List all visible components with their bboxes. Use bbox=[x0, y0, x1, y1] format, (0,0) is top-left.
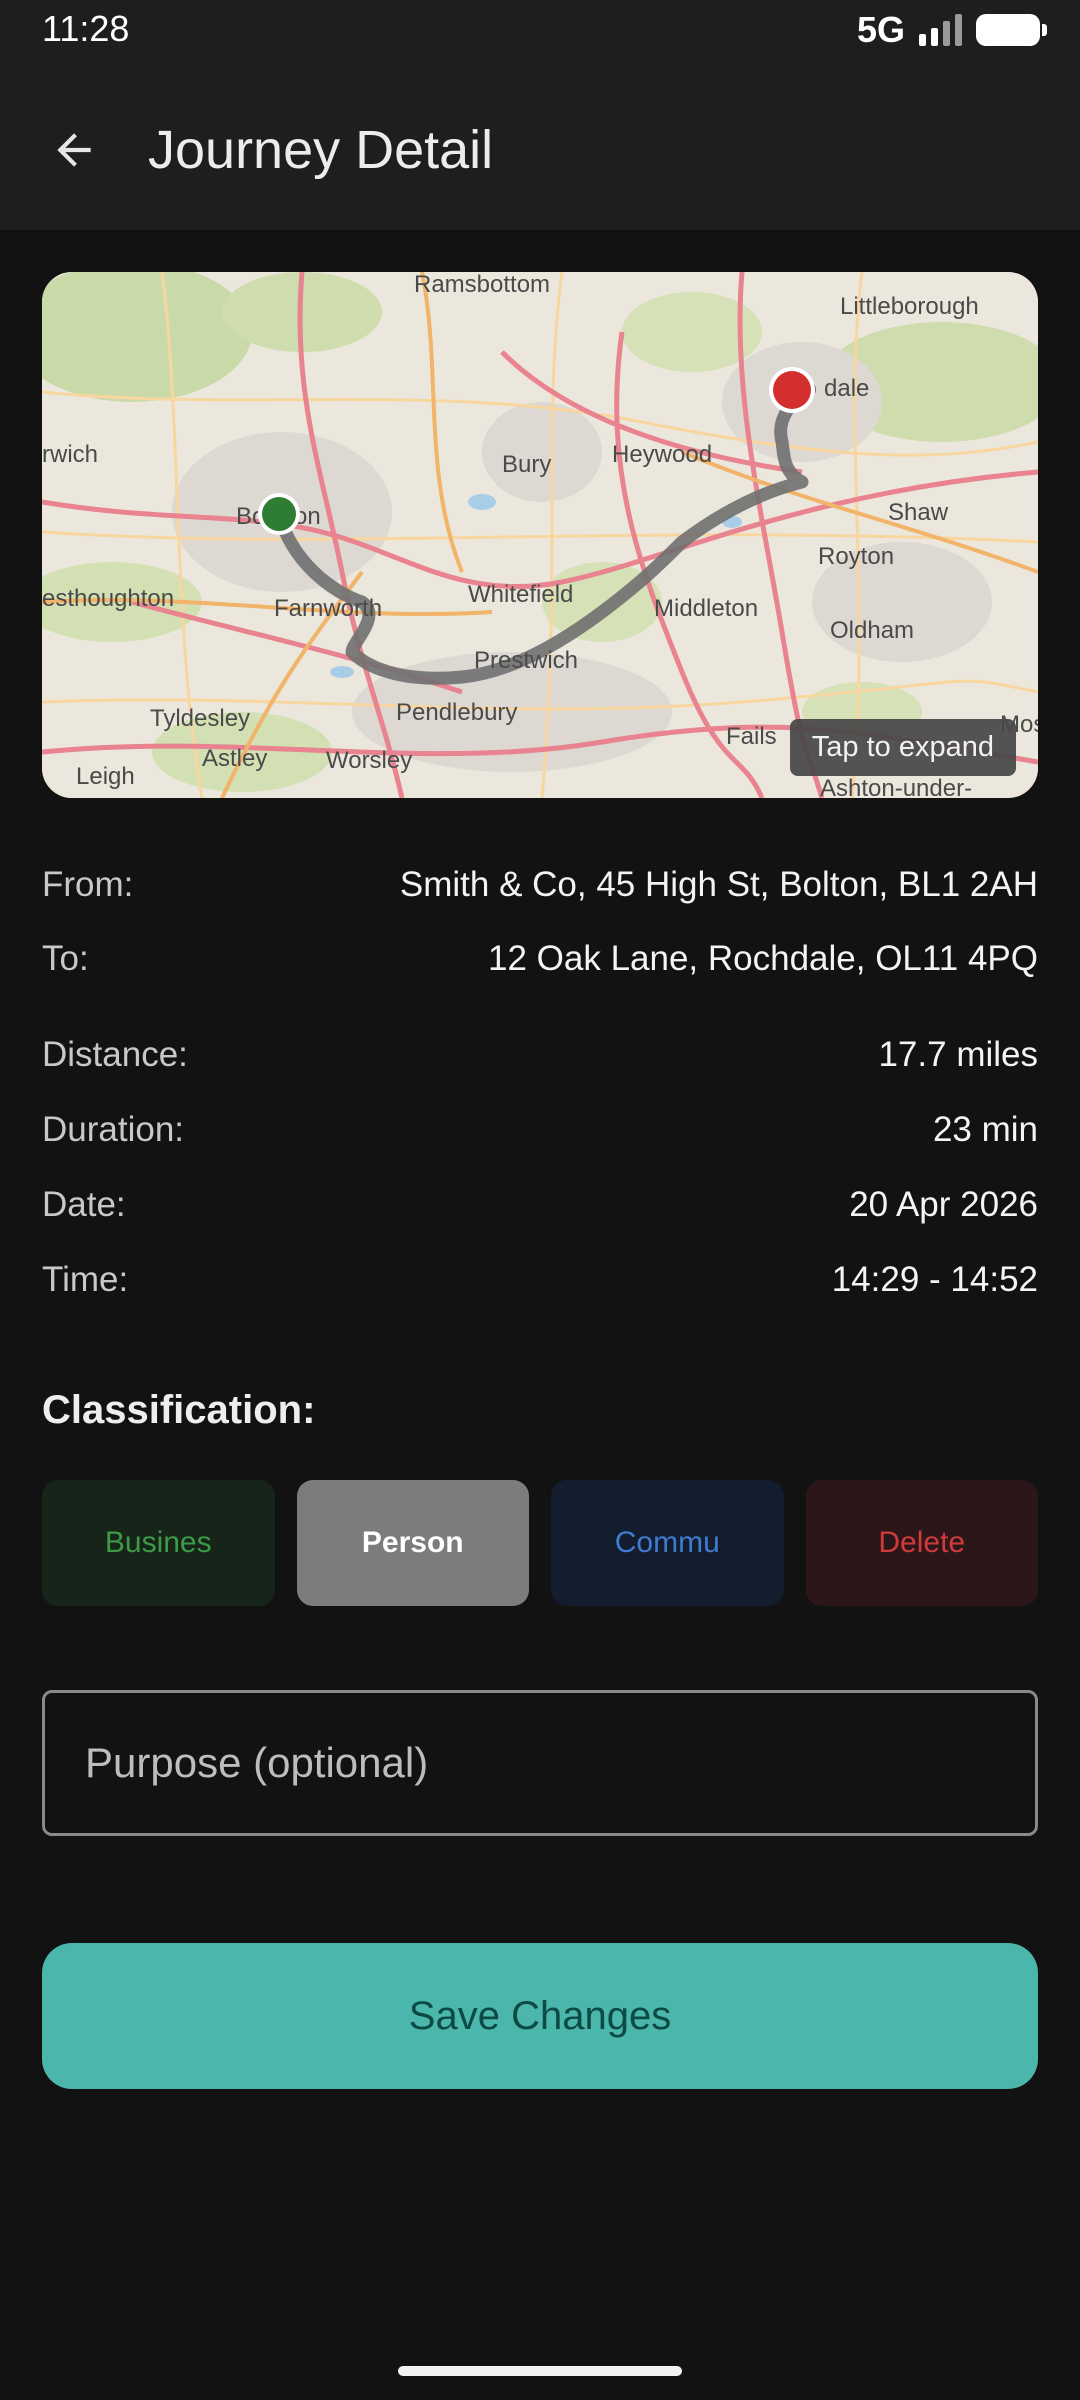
time-value: 14:29 - 14:52 bbox=[831, 1260, 1038, 1299]
map-label-leigh: Leigh bbox=[76, 763, 135, 790]
map-label-littleborough: Littleborough bbox=[840, 293, 979, 320]
map-label-horwich: rwich bbox=[42, 441, 98, 468]
delete-button[interactable]: Delete bbox=[805, 1480, 1038, 1606]
start-marker-dot bbox=[262, 497, 296, 531]
business-button[interactable]: Busines bbox=[42, 1480, 275, 1606]
classification-title: Classification: bbox=[42, 1388, 316, 1432]
from-value: Smith & Co, 45 High St, Bolton, BL1 2AH bbox=[399, 865, 1038, 904]
map-label-farnworth: Farnworth bbox=[274, 595, 382, 622]
map-label-ashton: Ashton-under- bbox=[820, 775, 972, 798]
status-icons: 5G bbox=[856, 9, 1047, 50]
commute-button[interactable]: Commu bbox=[551, 1480, 784, 1606]
date-value: 20 Apr 2026 bbox=[849, 1185, 1038, 1224]
map-label-worsley: Worsley bbox=[326, 747, 412, 774]
map-label-shaw: Shaw bbox=[888, 499, 949, 526]
from-row: From: Smith & Co, 45 High St, Bolton, BL… bbox=[42, 855, 1038, 915]
to-row: To: 12 Oak Lane, Rochdale, OL11 4PQ bbox=[42, 929, 1038, 989]
map-label-whitefield: Whitefield bbox=[468, 581, 573, 608]
map-label-ramsbottom: Ramsbottom bbox=[414, 272, 550, 298]
tap-to-expand-label: Tap to expand bbox=[789, 719, 1016, 776]
duration-value: 23 min bbox=[932, 1110, 1038, 1149]
map-label-bury: Bury bbox=[502, 451, 551, 478]
back-button[interactable] bbox=[36, 112, 112, 188]
status-time: 11:28 bbox=[42, 8, 130, 49]
distance-row: Distance: 17.7 miles bbox=[42, 1025, 1038, 1085]
network-type: 5G bbox=[856, 9, 905, 50]
date-row: Date: 20 Apr 2026 bbox=[42, 1175, 1038, 1235]
status-bar: 11:28 5G bbox=[0, 0, 1080, 60]
map-label-royton: Royton bbox=[818, 543, 894, 570]
classification-buttons: Busines Person Commu Delete bbox=[42, 1480, 1038, 1606]
signal-icon bbox=[919, 14, 962, 46]
from-label: From: bbox=[42, 865, 134, 904]
personal-button[interactable]: Person bbox=[296, 1480, 529, 1606]
to-label: To: bbox=[42, 939, 89, 978]
to-value: 12 Oak Lane, Rochdale, OL11 4PQ bbox=[488, 939, 1038, 978]
map-label-tyldesley: Tyldesley bbox=[150, 705, 250, 732]
map-label-prestwich: Prestwich bbox=[474, 647, 578, 674]
route-map[interactable]: Ramsbottom Littleborough Ro dale rwich B… bbox=[42, 272, 1038, 798]
time-label: Time: bbox=[42, 1260, 129, 1299]
distance-value: 17.7 miles bbox=[878, 1035, 1038, 1074]
duration-row: Duration: 23 min bbox=[42, 1100, 1038, 1160]
map-label-pendlebury: Pendlebury bbox=[396, 699, 517, 726]
end-marker-dot bbox=[773, 371, 811, 409]
map-label-rochdale-right: dale bbox=[824, 375, 869, 402]
page-title: Journey Detail bbox=[148, 120, 494, 180]
map-label-heywood: Heywood bbox=[612, 441, 712, 468]
map-label-middleton: Middleton bbox=[654, 595, 758, 622]
date-label: Date: bbox=[42, 1185, 126, 1224]
app-bar: Journey Detail bbox=[0, 60, 1080, 230]
map-label-westhoughton: esthoughton bbox=[42, 585, 174, 612]
home-indicator[interactable] bbox=[398, 2366, 682, 2376]
battery-icon bbox=[976, 14, 1047, 46]
map-label-astley: Astley bbox=[202, 745, 267, 772]
map-label-oldham: Oldham bbox=[830, 617, 914, 644]
map-label-failsworth: Fails bbox=[726, 723, 777, 750]
duration-label: Duration: bbox=[42, 1110, 185, 1149]
time-row: Time: 14:29 - 14:52 bbox=[42, 1250, 1038, 1310]
purpose-input[interactable] bbox=[42, 1690, 1038, 1836]
arrow-back-icon bbox=[57, 133, 91, 167]
distance-label: Distance: bbox=[42, 1035, 188, 1074]
save-changes-button[interactable]: Save Changes bbox=[42, 1943, 1038, 2089]
